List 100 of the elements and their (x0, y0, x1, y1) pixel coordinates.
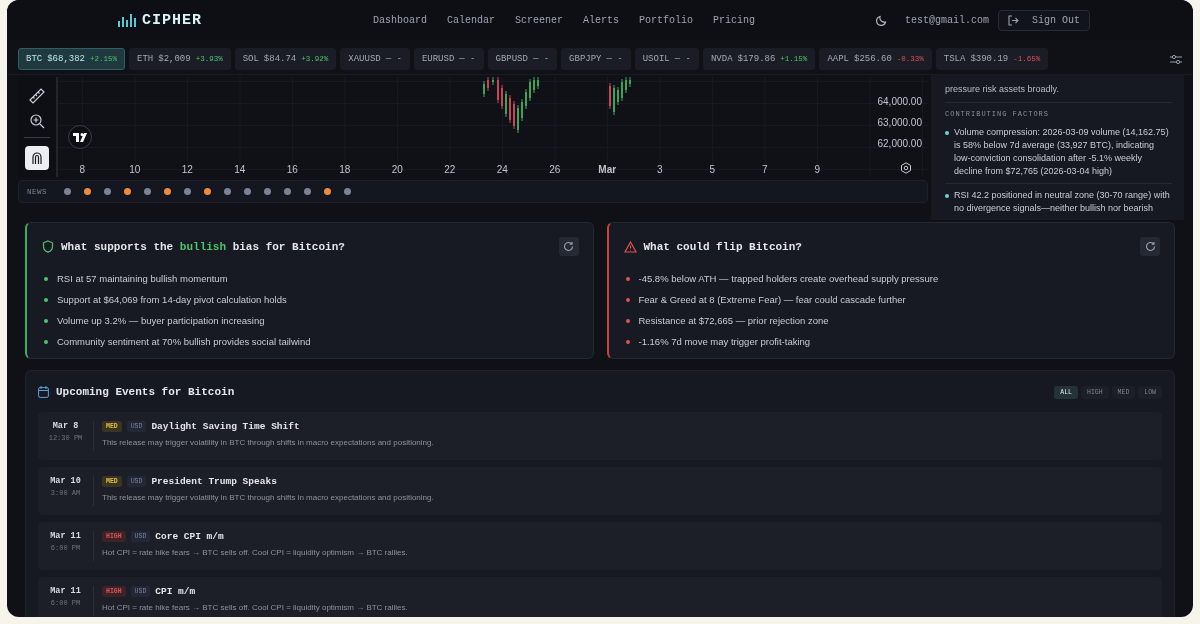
events-title: Upcoming Events for Bitcoin (56, 386, 235, 398)
refresh-button[interactable] (1140, 237, 1160, 256)
event-title: Core CPI m/m (155, 531, 224, 542)
bullet-dot (625, 297, 630, 302)
factor-text: RSI 42.2 positioned in neutral zone (30-70 range) with no divergence signals—neither bullish nor bearish (954, 189, 1171, 215)
event-date: Mar 8 (52, 421, 79, 431)
bullet-dot (44, 339, 48, 344)
news-dot[interactable] (184, 188, 191, 195)
ruler-icon[interactable] (28, 87, 46, 105)
axis-label: 9 (813, 164, 822, 175)
filter-icon[interactable] (1170, 53, 1182, 65)
nav-link[interactable]: Screener (515, 14, 564, 26)
axis-label: 22 (443, 164, 457, 175)
news-dot[interactable] (344, 188, 351, 195)
settings-icon[interactable] (900, 162, 912, 174)
nav-link[interactable]: Calendar (447, 14, 496, 26)
axis-label: 16 (285, 164, 299, 175)
news-dot[interactable] (64, 188, 71, 195)
news-dot[interactable] (304, 188, 311, 195)
axis-label: 24 (495, 164, 509, 175)
axis-label: 10 (128, 164, 142, 175)
event-date: Mar 11 (50, 531, 81, 541)
bullet-dot (945, 131, 949, 135)
event-description: Hot CPI = rate hike fears → BTC sells off. Cool CPI = liquidity optimism → BTC rallies. (102, 548, 408, 557)
axis-label: 26 (548, 164, 562, 175)
news-dot[interactable] (264, 188, 271, 195)
ticker-chip[interactable]: EURUSD — - (413, 48, 484, 70)
axis-label: 18 (338, 164, 352, 175)
logo-icon (118, 12, 136, 28)
news-dot[interactable] (244, 188, 251, 195)
event-title: Daylight Saving Time Shift (151, 421, 300, 432)
event-date: Mar 11 (50, 586, 81, 596)
axis-label: 63,000.00 (877, 116, 922, 130)
news-dot[interactable] (144, 188, 151, 195)
point-text: Volume up 3.2% — buyer participation increasing (57, 315, 265, 326)
point-text: Community sentiment at 70% bullish provides social tailwind (57, 336, 311, 347)
news-dot[interactable] (204, 188, 211, 195)
exit-icon (1008, 14, 1019, 26)
news-dot[interactable] (164, 188, 171, 195)
event-title: CPI m/m (155, 586, 196, 597)
bullet-dot (945, 194, 949, 198)
ticker-chip[interactable]: GBPJPY — - (561, 48, 631, 70)
ticker-chip[interactable]: USOIL — - (634, 48, 699, 70)
bullet-dot (625, 318, 630, 323)
axis-label: 5 (708, 164, 717, 175)
point-text: Support at $64,069 from 14-day pivot calculation holds (57, 294, 287, 305)
axis-label: 3 (655, 164, 664, 175)
factor-text: Volume compression: 2026-03-09 volume (14,162.75) is 58% below 7d average (33,927 BTC), indicating low-conviction consolidation after -5.1% weekly decline from $72,765 (2026-03-04 high) (954, 126, 1170, 178)
nav-link[interactable]: Alerts (583, 14, 620, 26)
news-dot[interactable] (104, 188, 111, 195)
bullet-dot (44, 297, 48, 302)
news-dot[interactable] (124, 188, 131, 195)
summary-text: pressure risk assets broadly. (945, 83, 1060, 96)
zoom-icon[interactable] (29, 113, 45, 129)
axis-label: 62,000.00 (877, 137, 922, 151)
shield-icon (42, 240, 54, 253)
axis-label: 64,000.00 (877, 95, 922, 109)
event-description: Hot CPI = rate hike fears → BTC sells off. Cool CPI = liquidity optimism → BTC rallies. (102, 603, 408, 612)
sign-out-button[interactable]: Sign Out (998, 9, 1090, 31)
calendar-icon (38, 386, 49, 398)
point-text: -45.8% below ATH — trapped holders create overhead supply pressure (638, 273, 939, 284)
axis-label: Mar (597, 164, 618, 175)
ticker-chip[interactable]: GBPUSD — - (487, 48, 558, 70)
news-dot[interactable] (324, 188, 331, 195)
card-title: What could flip Bitcoin? (643, 240, 802, 253)
magnet-button[interactable] (25, 146, 49, 170)
event-description: This release may trigger volatility in BTC through shifts in macro expectations and positioning. (102, 438, 434, 447)
warning-icon (623, 240, 637, 253)
axis-label: 14 (233, 164, 247, 175)
magnet-icon (30, 151, 44, 165)
point-text: Resistance at $72,665 — prior rejection zone (638, 315, 829, 326)
bullet-dot (625, 276, 630, 281)
moon-icon[interactable] (875, 14, 888, 26)
axis-label: 7 (760, 164, 769, 175)
brand-name: CIPHER (142, 11, 202, 29)
card-title: What supports the bullish bias for Bitcoin? (61, 240, 345, 253)
refresh-icon (563, 241, 574, 252)
tradingview-logo (68, 125, 92, 149)
news-dot[interactable] (224, 188, 231, 195)
point-text: RSI at 57 maintaining bullish momentum (57, 273, 228, 284)
bullet-dot (44, 276, 48, 281)
user-email: test@gmail.com (904, 14, 989, 26)
axis-label: 8 (78, 164, 87, 175)
news-dot[interactable] (284, 188, 291, 195)
nav-link[interactable]: Dashboard (373, 14, 427, 26)
axis-label: 12 (180, 164, 194, 175)
event-date: Mar 10 (50, 476, 81, 486)
bullet-dot (44, 318, 48, 323)
nav-link[interactable]: Pricing (713, 14, 756, 26)
bullet-dot (625, 339, 630, 344)
refresh-icon (1144, 241, 1156, 252)
point-text: -1.16% 7d move may trigger profit-taking (638, 336, 811, 347)
point-text: Fear & Greed at 8 (Extreme Fear) — fear could cascade further (638, 294, 906, 305)
event-title: President Trump Speaks (151, 476, 277, 487)
ticker-chip[interactable]: XAUUSD — - (340, 48, 410, 70)
nav-link[interactable]: Portfolio (639, 14, 694, 26)
event-description: This release may trigger volatility in BTC through shifts in macro expectations and positioning. (102, 493, 434, 502)
axis-label: 20 (390, 164, 404, 175)
news-dot[interactable] (84, 188, 91, 195)
refresh-button[interactable] (558, 237, 579, 256)
